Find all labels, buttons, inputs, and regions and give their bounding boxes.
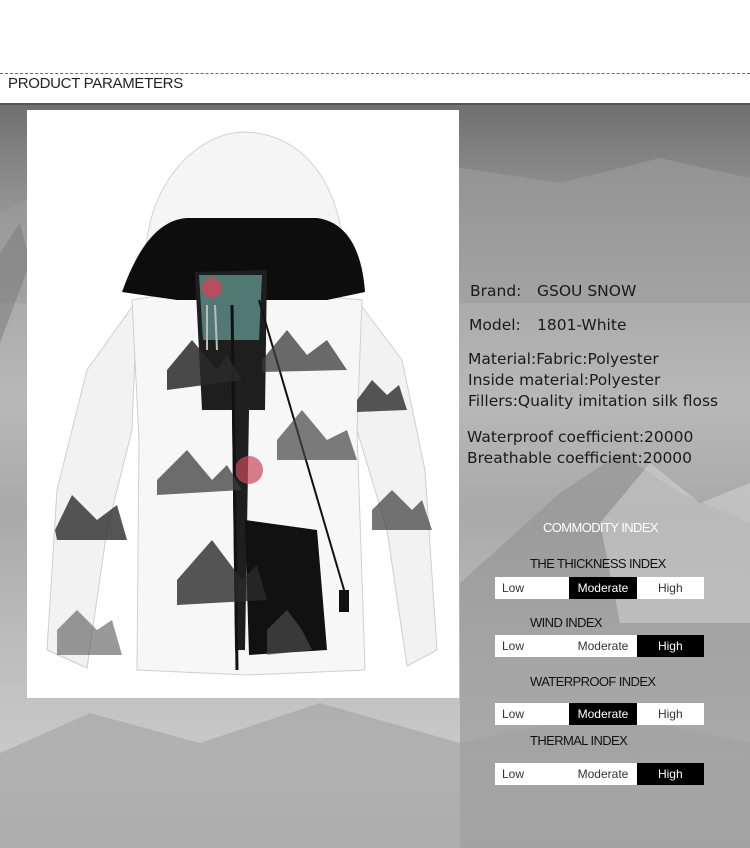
brand-row: Brand: GSOU SNOW	[470, 281, 636, 302]
model-value: 1801-White	[537, 316, 627, 334]
waterproof-spec: Waterproof coefficient:20000	[467, 428, 694, 446]
thermal-index-title: THERMAL INDEX	[530, 733, 628, 748]
thickness-low: Low	[495, 577, 570, 599]
thermal-moderate: Moderate	[569, 763, 637, 785]
fillers-spec: Fillers:Quality imitation silk floss	[468, 392, 719, 410]
wind-index-title: WIND INDEX	[530, 615, 603, 630]
brand-value: GSOU SNOW	[537, 282, 637, 300]
waterproof-index-scale: Low Moderate High	[495, 703, 704, 725]
wind-high: High	[636, 635, 704, 657]
material-spec: Material:Fabric:Polyester	[468, 350, 659, 368]
model-label: Model:	[469, 316, 521, 334]
product-photo	[27, 110, 459, 698]
thickness-index-title: THE THICKNESS INDEX	[530, 556, 666, 571]
thermal-low: Low	[495, 763, 570, 785]
wind-low: Low	[495, 635, 570, 657]
wind-index-scale: Low Moderate High	[495, 635, 704, 657]
section-title: PRODUCT PARAMETERS	[8, 75, 183, 92]
inside-material-spec: Inside material:Polyester	[468, 371, 661, 389]
waterproof-index-title: WATERPROOF INDEX	[530, 674, 656, 689]
thickness-high: High	[636, 577, 704, 599]
model-row: Model: 1801-White	[469, 315, 626, 336]
breathable-spec: Breathable coefficient:20000	[467, 449, 693, 467]
thickness-index-scale: Low Moderate High	[495, 577, 704, 599]
ski-jacket-image	[46, 131, 438, 676]
brand-label: Brand:	[470, 282, 522, 300]
thermal-high: High	[636, 763, 704, 785]
waterproof-low: Low	[495, 703, 570, 725]
waterproof-moderate: Moderate	[569, 703, 637, 725]
thermal-index-scale: Low Moderate High	[495, 763, 704, 785]
commodity-index-title: COMMODITY INDEX	[543, 520, 659, 535]
waterproof-high: High	[636, 703, 704, 725]
wind-moderate: Moderate	[569, 635, 637, 657]
thickness-moderate: Moderate	[569, 577, 637, 599]
